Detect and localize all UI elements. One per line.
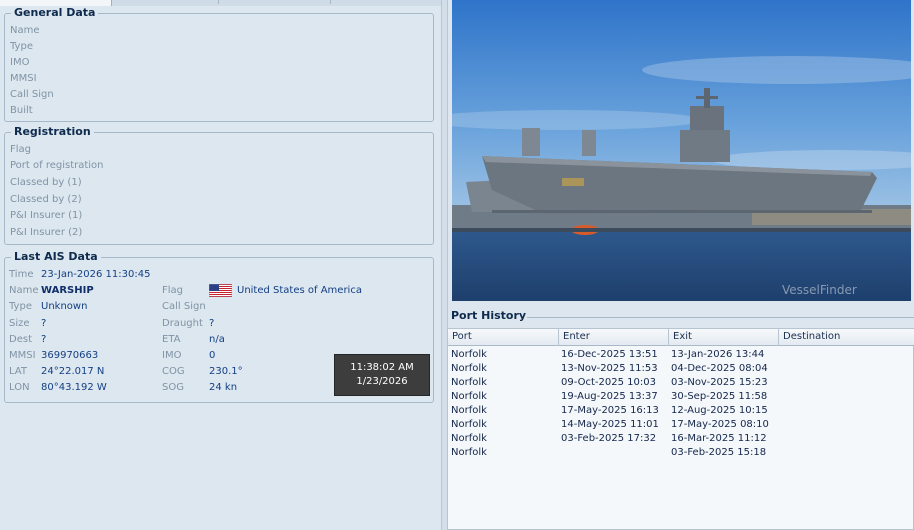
tab-divider xyxy=(218,0,219,4)
ais-name-label: Name xyxy=(9,285,39,296)
cell-exit: 03-Nov-2025 15:23 xyxy=(671,377,768,388)
cell-port: Norfolk xyxy=(451,349,487,360)
table-row[interactable]: Norfolk 19-Aug-2025 13:37 30-Sep-2025 11… xyxy=(448,390,914,404)
clock-time: 11:38:02 AM xyxy=(350,362,414,373)
field-label-mmsi: MMSI xyxy=(10,73,37,84)
cell-exit: 17-May-2025 08:10 xyxy=(671,419,769,430)
ais-mmsi-value: 369970663 xyxy=(41,350,99,361)
ais-time-label: Time xyxy=(9,269,34,280)
cell-exit: 30-Sep-2025 11:58 xyxy=(671,391,768,402)
field-label-classed-by-1: Classed by (1) xyxy=(10,177,82,188)
cell-port: Norfolk xyxy=(451,447,487,458)
cell-enter: 13-Nov-2025 11:53 xyxy=(561,363,658,374)
cell-enter: 17-May-2025 16:13 xyxy=(561,405,659,416)
table-row[interactable]: Norfolk 16-Dec-2025 13:51 13-Jan-2026 13… xyxy=(448,348,914,362)
cell-exit: 16-Mar-2025 11:12 xyxy=(671,433,767,444)
ais-type-label: Type xyxy=(9,301,32,312)
field-label-pi-insurer-1: P&I Insurer (1) xyxy=(10,210,83,221)
cell-port: Norfolk xyxy=(451,419,487,430)
table-row[interactable]: Norfolk 13-Nov-2025 11:53 04-Dec-2025 08… xyxy=(448,362,914,376)
vessel-photo-image: VesselFinder xyxy=(452,0,911,301)
port-history-title-rule xyxy=(527,317,914,318)
field-label-imo: IMO xyxy=(10,57,30,68)
cell-exit: 03-Feb-2025 15:18 xyxy=(671,447,767,458)
cell-port: Norfolk xyxy=(451,433,487,444)
cell-enter: 19-Aug-2025 13:37 xyxy=(561,391,658,402)
column-header-enter[interactable]: Enter xyxy=(559,329,669,346)
port-history-table: Port Enter Exit Destination Norfolk 16-D… xyxy=(447,328,914,530)
ais-lat-value: 24°22.017 N xyxy=(41,366,105,377)
field-label-port-of-registration: Port of registration xyxy=(10,160,104,171)
cell-exit: 12-Aug-2025 10:15 xyxy=(671,405,768,416)
last-ais-data-title: Last AIS Data xyxy=(11,250,101,263)
table-row[interactable]: Norfolk 14-May-2025 11:01 17-May-2025 08… xyxy=(448,418,914,432)
cell-port: Norfolk xyxy=(451,363,487,374)
ais-cog-value: 230.1° xyxy=(209,366,243,377)
ais-cog-label: COG xyxy=(162,366,185,377)
photo-watermark: VesselFinder xyxy=(782,283,857,297)
column-header-port[interactable]: Port xyxy=(448,329,559,346)
ais-time-value: 23-Jan-2026 11:30:45 xyxy=(41,269,151,280)
ais-imo-label: IMO xyxy=(162,350,182,361)
cell-exit: 13-Jan-2026 13:44 xyxy=(671,349,765,360)
port-history-panel: Port History Port Enter Exit Destination… xyxy=(443,306,914,530)
ais-dest-value: ? xyxy=(41,334,47,345)
column-header-destination[interactable]: Destination xyxy=(779,329,914,346)
ais-imo-value: 0 xyxy=(209,350,216,361)
registration-title: Registration xyxy=(11,125,94,138)
ais-flag-label: Flag xyxy=(162,285,184,296)
cell-port: Norfolk xyxy=(451,405,487,416)
ais-dest-label: Dest xyxy=(9,334,32,345)
field-label-pi-insurer-2: P&I Insurer (2) xyxy=(10,227,83,238)
ais-eta-label: ETA xyxy=(162,334,181,345)
field-label-classed-by-2: Classed by (2) xyxy=(10,194,82,205)
field-label-name: Name xyxy=(10,25,40,36)
ais-draught-label: Draught xyxy=(162,318,203,329)
table-row[interactable]: Norfolk 03-Feb-2025 17:32 16-Mar-2025 11… xyxy=(448,432,914,446)
ais-callsign-label: Call Sign xyxy=(162,301,206,312)
vessel-details-panel: General Data Name Type IMO MMSI Call Sig… xyxy=(0,0,441,530)
cell-port: Norfolk xyxy=(451,391,487,402)
clock-date: 1/23/2026 xyxy=(356,376,408,387)
field-label-built: Built xyxy=(10,105,33,116)
field-label-call-sign: Call Sign xyxy=(10,89,54,100)
ais-flag-value: United States of America xyxy=(237,285,362,296)
port-history-title: Port History xyxy=(451,309,527,322)
port-history-header: Port Enter Exit Destination xyxy=(448,329,914,346)
ais-size-label: Size xyxy=(9,318,30,329)
table-row[interactable]: Norfolk 09-Oct-2025 10:03 03-Nov-2025 15… xyxy=(448,376,914,390)
ais-lat-label: LAT xyxy=(9,366,27,377)
ais-sog-label: SOG xyxy=(162,382,184,393)
registration-group: Registration Flag Port of registration C… xyxy=(4,125,434,245)
ais-lon-value: 80°43.192 W xyxy=(41,382,107,393)
ais-size-value: ? xyxy=(41,318,47,329)
cell-enter: 03-Feb-2025 17:32 xyxy=(561,433,657,444)
ais-eta-value: n/a xyxy=(209,334,225,345)
field-label-type: Type xyxy=(10,41,33,52)
ais-draught-value: ? xyxy=(209,318,215,329)
cell-enter: 16-Dec-2025 13:51 xyxy=(561,349,658,360)
general-data-title: General Data xyxy=(11,6,99,19)
cell-port: Norfolk xyxy=(451,377,487,388)
ais-name-value: WARSHIP xyxy=(41,285,94,296)
tab-divider xyxy=(330,0,331,4)
ais-type-value: Unknown xyxy=(41,301,88,312)
table-row[interactable]: Norfolk 17-May-2025 16:13 12-Aug-2025 10… xyxy=(448,404,914,418)
field-label-flag: Flag xyxy=(10,144,32,155)
column-header-exit[interactable]: Exit xyxy=(669,329,779,346)
cell-enter: 14-May-2025 11:01 xyxy=(561,419,659,430)
table-row[interactable]: Norfolk 03-Feb-2025 15:18 xyxy=(448,446,914,460)
us-flag-icon xyxy=(209,284,232,297)
cell-enter: 09-Oct-2025 10:03 xyxy=(561,377,656,388)
ais-lon-label: LON xyxy=(9,382,30,393)
clock-display: 11:38:02 AM 1/23/2026 xyxy=(334,354,430,396)
cell-exit: 04-Dec-2025 08:04 xyxy=(671,363,768,374)
vessel-photo: VesselFinder xyxy=(452,0,911,301)
ais-sog-value: 24 kn xyxy=(209,382,238,393)
ais-mmsi-label: MMSI xyxy=(9,350,36,361)
general-data-group: General Data Name Type IMO MMSI Call Sig… xyxy=(4,6,434,122)
